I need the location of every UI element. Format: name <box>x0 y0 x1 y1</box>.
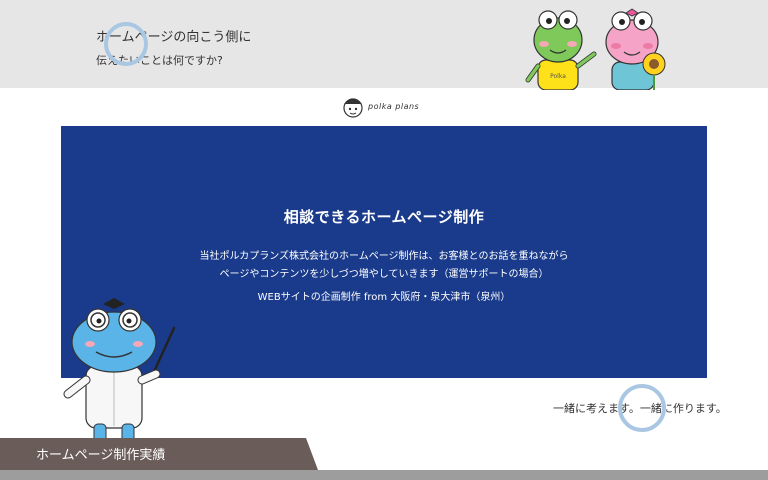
works-section-title: ホームページ制作実績 <box>36 448 166 463</box>
bottom-bar <box>0 470 768 480</box>
decorative-ring <box>618 384 666 432</box>
hero-description-line: ページやコンテンツを少しづつ増やしていきます（運営サポートの場合） <box>219 269 549 280</box>
professor-frog-mascot-icon <box>63 298 176 443</box>
hero-title: 相談できるホームページ制作 <box>283 208 485 226</box>
logo-text: polka plans <box>368 102 420 111</box>
frog-mascots: Polka <box>525 8 666 90</box>
decorative-ring <box>104 22 148 66</box>
hero-description: 当社ポルカプランズ株式会社のホームページ制作は、お客様とのお話を重ねながら ペー… <box>61 248 707 284</box>
logo-face-icon <box>343 98 363 118</box>
works-section-banner: ホームページ制作実績 <box>0 438 318 470</box>
mascot-shirt-label: Polka <box>550 73 566 80</box>
green-frog-mascot-icon: Polka <box>525 10 597 90</box>
pink-frog-mascot-icon <box>605 8 659 90</box>
hero-description-line: 当社ポルカプランズ株式会社のホームページ制作は、お客様とのお話を重ねながら <box>199 251 569 262</box>
site-logo[interactable]: polka plans <box>340 94 432 120</box>
